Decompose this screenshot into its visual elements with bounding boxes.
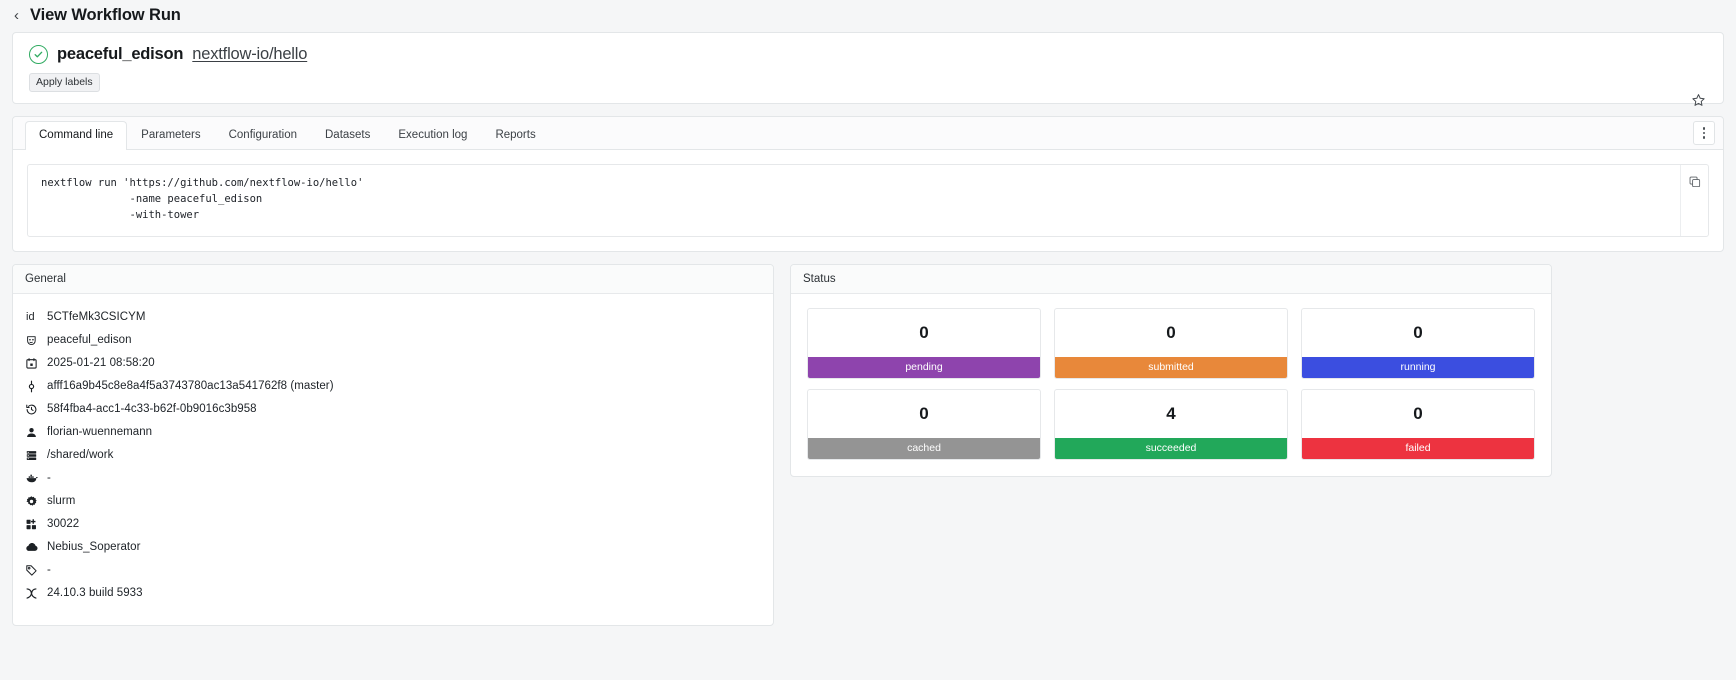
docker-whale-icon [25, 471, 47, 485]
more-vertical-icon[interactable] [1693, 121, 1715, 145]
run-name: peaceful_edison [57, 45, 184, 63]
history-clock-icon [25, 403, 47, 416]
status-label: submitted [1055, 356, 1287, 378]
general-row-user: florian-wuennemann [13, 421, 773, 444]
tab-bar: Command line Parameters Configuration Da… [13, 117, 1723, 150]
status-label: failed [1302, 437, 1534, 459]
status-card-running[interactable]: 0 running [1301, 307, 1535, 379]
status-panel: Status 0 pending 0 submitted 0 running 0… [790, 263, 1552, 477]
git-commit-icon [25, 380, 47, 393]
status-panel-title: Status [791, 264, 1551, 294]
puzzle-icon [25, 518, 47, 531]
workflow-run-page: ‹ View Workflow Run peaceful_edison next… [0, 0, 1736, 680]
status-label: cached [808, 437, 1040, 459]
general-value: - [47, 564, 51, 577]
star-outline-icon[interactable] [1687, 89, 1709, 111]
general-row-session-id: 58f4fba4-acc1-4c33-b62f-0b9016c3b958 [13, 398, 773, 421]
command-line-text: nextflow run 'https://github.com/nextflo… [41, 177, 364, 221]
status-label: running [1302, 356, 1534, 378]
general-row-id: id 5CTfeMk3CSICYM [13, 306, 773, 329]
general-row-process-count: 30022 [13, 513, 773, 536]
general-value: slurm [47, 495, 76, 508]
status-card-pending[interactable]: 0 pending [807, 307, 1041, 379]
general-value: afff16a9b45c8e8a4f5a3743780ac13a541762f8… [47, 380, 334, 393]
status-count: 0 [1413, 322, 1423, 342]
run-detail-tabs-card: Command line Parameters Configuration Da… [12, 116, 1724, 252]
tab-command-line[interactable]: Command line [25, 120, 128, 150]
status-count: 0 [1413, 403, 1423, 423]
check-circle-icon [29, 45, 48, 64]
general-value: 2025-01-21 08:58:20 [47, 357, 155, 370]
status-count: 4 [1166, 403, 1176, 423]
general-row-compute-env: Nebius_Soperator [13, 536, 773, 559]
general-value: peaceful_edison [47, 334, 132, 347]
apply-labels-button[interactable]: Apply labels [29, 73, 100, 92]
status-card-succeeded[interactable]: 4 succeeded [1054, 388, 1288, 460]
calendar-icon [25, 357, 47, 370]
general-value: 5CTfeMk3CSICYM [47, 311, 146, 324]
general-rows: id 5CTfeMk3CSICYM peaceful_edison 2025-0… [13, 294, 773, 605]
page-title: View Workflow Run [30, 5, 181, 24]
general-value: florian-wuennemann [47, 426, 153, 439]
general-value: 58f4fba4-acc1-4c33-b62f-0b9016c3b958 [47, 403, 257, 416]
general-panel-title: General [13, 264, 773, 294]
repository-link[interactable]: nextflow-io/hello [192, 45, 307, 64]
general-row-labels: - [13, 559, 773, 582]
status-card-failed[interactable]: 0 failed [1301, 388, 1535, 460]
tab-parameters[interactable]: Parameters [127, 121, 214, 151]
status-label: succeeded [1055, 437, 1287, 459]
copy-icon[interactable] [1680, 165, 1708, 236]
general-row-executor: slurm [13, 490, 773, 513]
general-value: - [47, 472, 51, 485]
general-value: /shared/work [47, 449, 114, 462]
status-card-submitted[interactable]: 0 submitted [1054, 307, 1288, 379]
theater-masks-icon [25, 334, 47, 347]
lower-panels: General id 5CTfeMk3CSICYM peaceful_ediso… [12, 263, 1724, 626]
status-count: 0 [919, 403, 929, 423]
run-title-row: peaceful_edison nextflow-io/hello [29, 45, 1707, 64]
general-row-commit: afff16a9b45c8e8a4f5a3743780ac13a541762f8… [13, 375, 773, 398]
status-count: 0 [1166, 322, 1176, 342]
tab-execution-log[interactable]: Execution log [384, 121, 481, 151]
status-card-cached[interactable]: 0 cached [807, 388, 1041, 460]
general-row-workdir: /shared/work [13, 444, 773, 467]
general-row-container: - [13, 467, 773, 490]
tab-datasets[interactable]: Datasets [311, 121, 384, 151]
general-value: 24.10.3 build 5933 [47, 587, 143, 600]
general-value: Nebius_Soperator [47, 541, 141, 554]
general-row-run-name: peaceful_edison [13, 329, 773, 352]
status-card-grid: 0 pending 0 submitted 0 running 0 cached… [791, 294, 1551, 476]
tab-reports[interactable]: Reports [481, 121, 549, 151]
general-panel: General id 5CTfeMk3CSICYM peaceful_ediso… [12, 263, 774, 626]
nextflow-icon [25, 587, 47, 600]
general-row-nextflow-version: 24.10.3 build 5933 [13, 582, 773, 605]
run-header-card: peaceful_edison nextflow-io/hello Apply … [12, 32, 1724, 106]
status-count: 0 [919, 322, 929, 342]
command-line-box: nextflow run 'https://github.com/nextflo… [27, 164, 1709, 237]
chevron-left-icon[interactable]: ‹ [12, 8, 21, 23]
breadcrumb-bar: ‹ View Workflow Run [0, 0, 1736, 30]
status-label: pending [808, 356, 1040, 378]
gear-icon [25, 495, 47, 508]
tag-icon [25, 564, 47, 577]
cloud-icon [25, 540, 47, 554]
id-label: id [26, 311, 35, 324]
general-value: 30022 [47, 518, 80, 531]
tab-configuration[interactable]: Configuration [215, 121, 311, 151]
user-icon [25, 426, 47, 439]
server-stack-icon [25, 449, 47, 462]
general-row-date: 2025-01-21 08:58:20 [13, 352, 773, 375]
